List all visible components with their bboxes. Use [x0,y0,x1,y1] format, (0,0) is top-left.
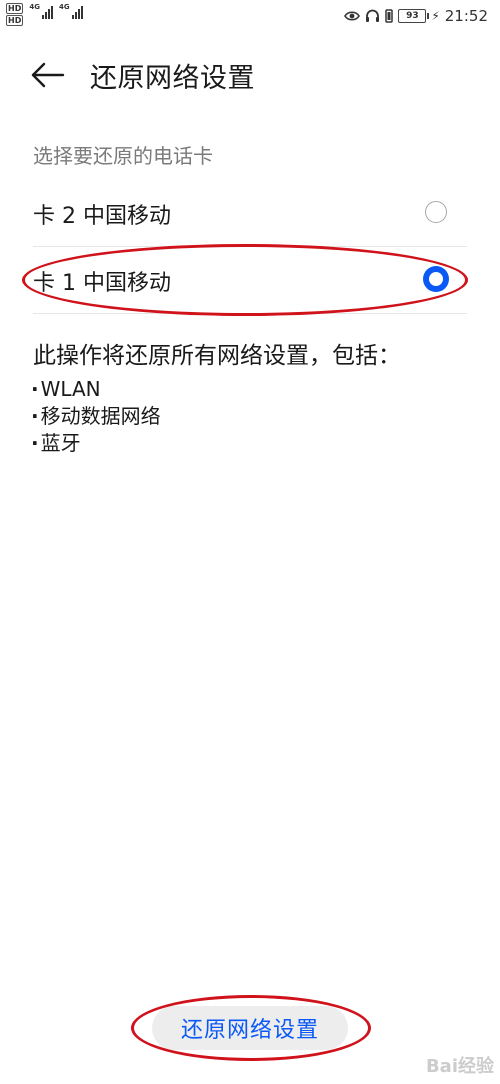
battery-icon: 93 [398,9,430,23]
signal-icon-1: 4G [29,3,53,19]
sim-option-label: 卡 1 中国移动 [33,271,171,296]
radio-button-unchecked[interactable] [425,201,447,223]
signal-bar [50,6,53,19]
divider [33,313,467,314]
description-text: 此操作将还原所有网络设置，包括： [33,343,401,369]
radio-button-checked[interactable] [423,266,449,292]
reset-items-list: WLAN 移动数据网络 蓝牙 [31,376,161,457]
network-type-2: 4G [58,3,70,11]
signal-bar [71,15,74,19]
header: 还原网络设置 [0,50,500,102]
signal-bar [44,12,47,19]
sim-option-card-1[interactable]: 卡 1 中国移动 [33,247,467,313]
eye-icon [344,11,361,21]
hd-badges: HD HD [6,3,24,26]
sim-option-label: 卡 2 中国移动 [33,204,171,229]
list-item: 蓝牙 [31,430,161,457]
list-item: 移动数据网络 [31,403,161,430]
hd-badge-2: HD [6,15,24,26]
network-type-1: 4G [29,3,40,11]
headphones-icon [366,9,380,22]
signal-bar [41,15,44,19]
page-title: 还原网络设置 [90,63,255,94]
vibrate-icon [385,9,394,23]
signal-bar [47,9,50,19]
status-left: HD HD 4G 4G [6,3,83,26]
list-item: WLAN [31,376,161,403]
status-right: 93 ⚡ 21:52 [344,7,488,25]
battery-tip [427,13,430,19]
charging-icon: ⚡ [431,9,440,23]
screen: HD HD 4G 4G 93 ⚡ 21:52 还原网络设置 选择要还原的电话卡 … [0,0,500,1084]
back-arrow-icon[interactable] [30,60,66,90]
battery-level: 93 [406,11,419,21]
signal-bar [74,12,77,19]
hd-badge-1: HD [6,3,24,14]
section-label: 选择要还原的电话卡 [33,144,213,168]
signal-bar [77,9,80,19]
status-bar: HD HD 4G 4G 93 ⚡ 21:52 [0,0,500,34]
clock: 21:52 [444,7,488,25]
signal-icon-2: 4G [59,3,83,19]
signal-bar [80,6,83,19]
sim-option-card-2[interactable]: 卡 2 中国移动 [33,180,467,246]
watermark: Bai经验 [425,1056,494,1077]
reset-network-button[interactable]: 还原网络设置 [152,1006,348,1050]
